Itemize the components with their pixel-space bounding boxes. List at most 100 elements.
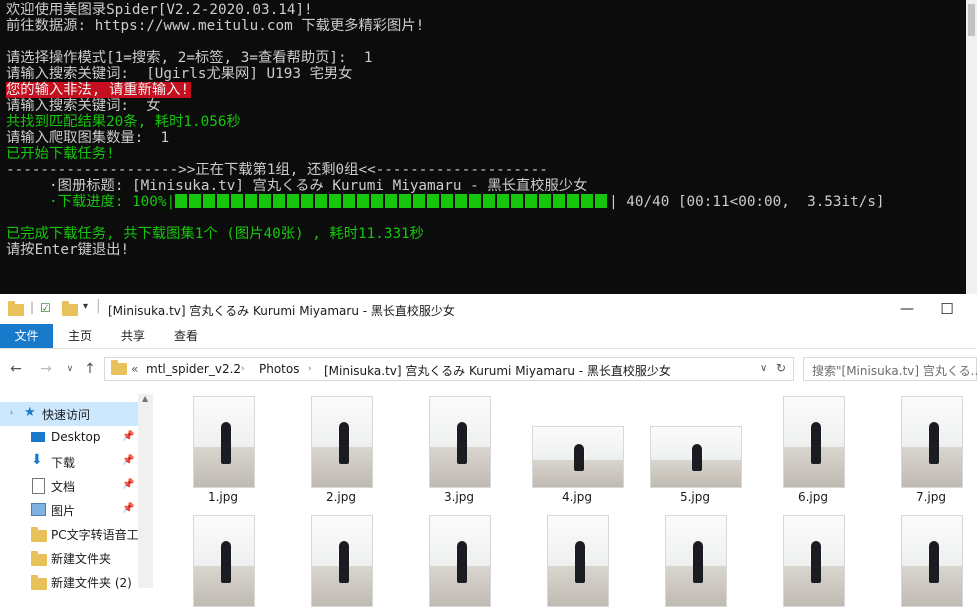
search-placeholder: 搜索"[Minisuka.tv] 宫丸くる... (812, 364, 977, 378)
separator-icon: | (30, 300, 35, 314)
console-scrollbar[interactable] (966, 0, 977, 294)
console-line: 前往数据源: https://www.meitulu.com 下载更多精彩图片! (6, 18, 425, 34)
back-arrow-icon[interactable]: ← (6, 359, 26, 379)
file-thumbnail[interactable] (532, 426, 624, 488)
file-thumbnail[interactable] (650, 426, 742, 488)
console-success-line: 已开始下载任务! (6, 146, 115, 162)
file-name[interactable]: 3.jpg (409, 490, 509, 504)
new-folder-icon[interactable] (62, 301, 78, 320)
separator-icon: | (96, 298, 101, 314)
file-name[interactable]: 7.jpg (881, 490, 977, 504)
nav-item-folder[interactable]: PC文字转语音工 (0, 522, 139, 546)
file-thumbnail[interactable] (783, 396, 845, 488)
nav-item-label: 新建文件夹 (2) (51, 576, 132, 590)
console-line: 请选择操作模式[1=搜索, 2=标签, 3=查看帮助页]: 1 (6, 50, 373, 66)
nav-item-quick-access[interactable]: › ★ 快速访问 (0, 402, 138, 426)
nav-item-folder[interactable]: 新建文件夹 (2) (0, 570, 138, 594)
console-success-line: 共找到匹配结果20条, 耗时1.056秒 (6, 114, 241, 130)
tab-view[interactable]: 查看 (164, 324, 208, 348)
file-name[interactable]: 6.jpg (763, 490, 863, 504)
breadcrumb-item[interactable]: mtl_spider_v2.2 (146, 362, 241, 376)
nav-item-label: Desktop (51, 430, 101, 444)
title-bar[interactable]: | ☑ ▾ | [Minisuka.tv] 宫丸くるみ Kurumi Miyam… (0, 294, 977, 324)
properties-icon[interactable]: ☑ (40, 301, 51, 317)
nav-item-label: PC文字转语音工 (51, 528, 139, 542)
tab-share[interactable]: 共享 (111, 324, 155, 348)
folder-icon (31, 575, 47, 593)
download-progress-line: ·下载进度: 100%| | 40/40 [00:11<00:00, 3.53it… (6, 194, 885, 210)
file-thumbnail[interactable] (429, 515, 491, 607)
window-title: [Minisuka.tv] 宫丸くるみ Kurumi Miyamaru - 黑长… (108, 304, 455, 318)
maximize-button[interactable]: ☐ (924, 294, 970, 324)
pin-icon[interactable]: 📌 (122, 455, 134, 466)
nav-item-label: 下载 (51, 456, 76, 470)
file-thumbnail[interactable] (783, 515, 845, 607)
nav-item-desktop[interactable]: Desktop 📌 (0, 426, 138, 450)
nav-item-label: 快速访问 (42, 408, 91, 422)
refresh-icon[interactable]: ↻ (776, 361, 786, 375)
star-icon: ★ (24, 405, 36, 420)
folder-icon (31, 527, 47, 545)
chevron-right-icon[interactable]: › (308, 364, 312, 374)
nav-item-label: 文档 (51, 480, 76, 494)
nav-scrollbar[interactable]: ▲ (138, 394, 153, 588)
nav-item-folder[interactable]: 新建文件夹 (0, 546, 138, 570)
scroll-up-icon[interactable]: ▲ (142, 394, 148, 403)
customize-toolbar-icon[interactable]: ▾ (83, 301, 88, 317)
chevron-right-icon[interactable]: › (241, 364, 245, 374)
search-box[interactable]: 搜索"[Minisuka.tv] 宫丸くる... (803, 357, 977, 381)
file-grid: 1.jpg 2.jpg 3.jpg 4.jpg 5.jpg 6.jpg 7.jp… (160, 394, 977, 607)
file-name[interactable]: 4.jpg (527, 490, 627, 504)
address-dropdown-icon[interactable]: ∨ (760, 363, 767, 374)
file-name[interactable]: 2.jpg (291, 490, 391, 504)
breadcrumb-overflow[interactable]: « (131, 362, 138, 376)
expand-chevron-icon[interactable]: › (10, 408, 13, 417)
progress-bar (175, 194, 610, 208)
breadcrumb-item[interactable]: Photos (259, 362, 299, 376)
pin-icon[interactable]: 📌 (122, 479, 134, 490)
file-thumbnail[interactable] (901, 515, 963, 607)
file-thumbnail[interactable] (429, 396, 491, 488)
address-bar[interactable]: « mtl_spider_v2.2 › Photos › [Minisuka.t… (104, 357, 794, 381)
console-line: -------------------->>正在下载第1组, 还剩0组<<---… (6, 162, 548, 178)
nav-item-pictures[interactable]: 图片 📌 (0, 498, 138, 522)
document-icon (32, 478, 45, 494)
file-thumbnail[interactable] (547, 515, 609, 607)
address-row: ← → ∨ ↑ « mtl_spider_v2.2 › Photos › [Mi… (0, 354, 977, 384)
console-line: 请按Enter键退出! (6, 242, 130, 258)
file-thumbnail[interactable] (311, 396, 373, 488)
file-name[interactable]: 1.jpg (173, 490, 273, 504)
file-name[interactable]: 5.jpg (645, 490, 745, 504)
file-thumbnail[interactable] (193, 515, 255, 607)
tab-home[interactable]: 主页 (58, 324, 102, 348)
console-line: 请输入搜索关键词: [Ugirls尤果网] U193 宅男女 (6, 66, 353, 82)
console-success-line: 已完成下载任务, 共下载图集1个 (图片40张) , 耗时11.331秒 (6, 226, 424, 242)
pin-icon[interactable]: 📌 (122, 431, 134, 442)
folder-icon (111, 360, 127, 378)
file-thumbnail[interactable] (193, 396, 255, 488)
ribbon-tabs: 文件 主页 共享 查看 (0, 324, 977, 349)
desktop-icon (31, 432, 45, 442)
file-thumbnail[interactable] (311, 515, 373, 607)
up-arrow-icon[interactable]: ↑ (80, 359, 100, 379)
folder-icon (31, 551, 47, 569)
file-thumbnail[interactable] (901, 396, 963, 488)
tab-file[interactable]: 文件 (0, 324, 53, 348)
pin-icon[interactable]: 📌 (122, 503, 134, 514)
nav-item-label: 新建文件夹 (51, 552, 112, 566)
nav-item-downloads[interactable]: ⬇ 下载 📌 (0, 450, 138, 474)
console-window[interactable]: 欢迎使用美图录Spider[V2.2-2020.03.14]! 前往数据源: h… (0, 0, 977, 294)
navigation-pane: › ★ 快速访问 Desktop 📌 ⬇ 下载 📌 文档 📌 图片 📌 PC文字… (0, 394, 153, 590)
file-explorer-window: | ☑ ▾ | [Minisuka.tv] 宫丸くるみ Kurumi Miyam… (0, 294, 977, 607)
console-line: 请输入搜索关键词: 女 (6, 98, 161, 114)
breadcrumb-item[interactable]: [Minisuka.tv] 宫丸くるみ Kurumi Miyamaru - 黑长… (324, 362, 671, 379)
console-scroll-thumb[interactable] (968, 4, 975, 36)
nav-item-documents[interactable]: 文档 📌 (0, 474, 138, 498)
nav-item-label: 图片 (51, 504, 76, 518)
console-line: ·图册标题: [Minisuka.tv] 宫丸くるみ Kurumi Miyama… (6, 178, 588, 194)
picture-icon (31, 503, 46, 516)
forward-arrow-icon[interactable]: → (36, 359, 56, 379)
folder-icon (8, 301, 24, 320)
recent-locations-chevron-icon[interactable]: ∨ (60, 359, 80, 379)
file-thumbnail[interactable] (665, 515, 727, 607)
